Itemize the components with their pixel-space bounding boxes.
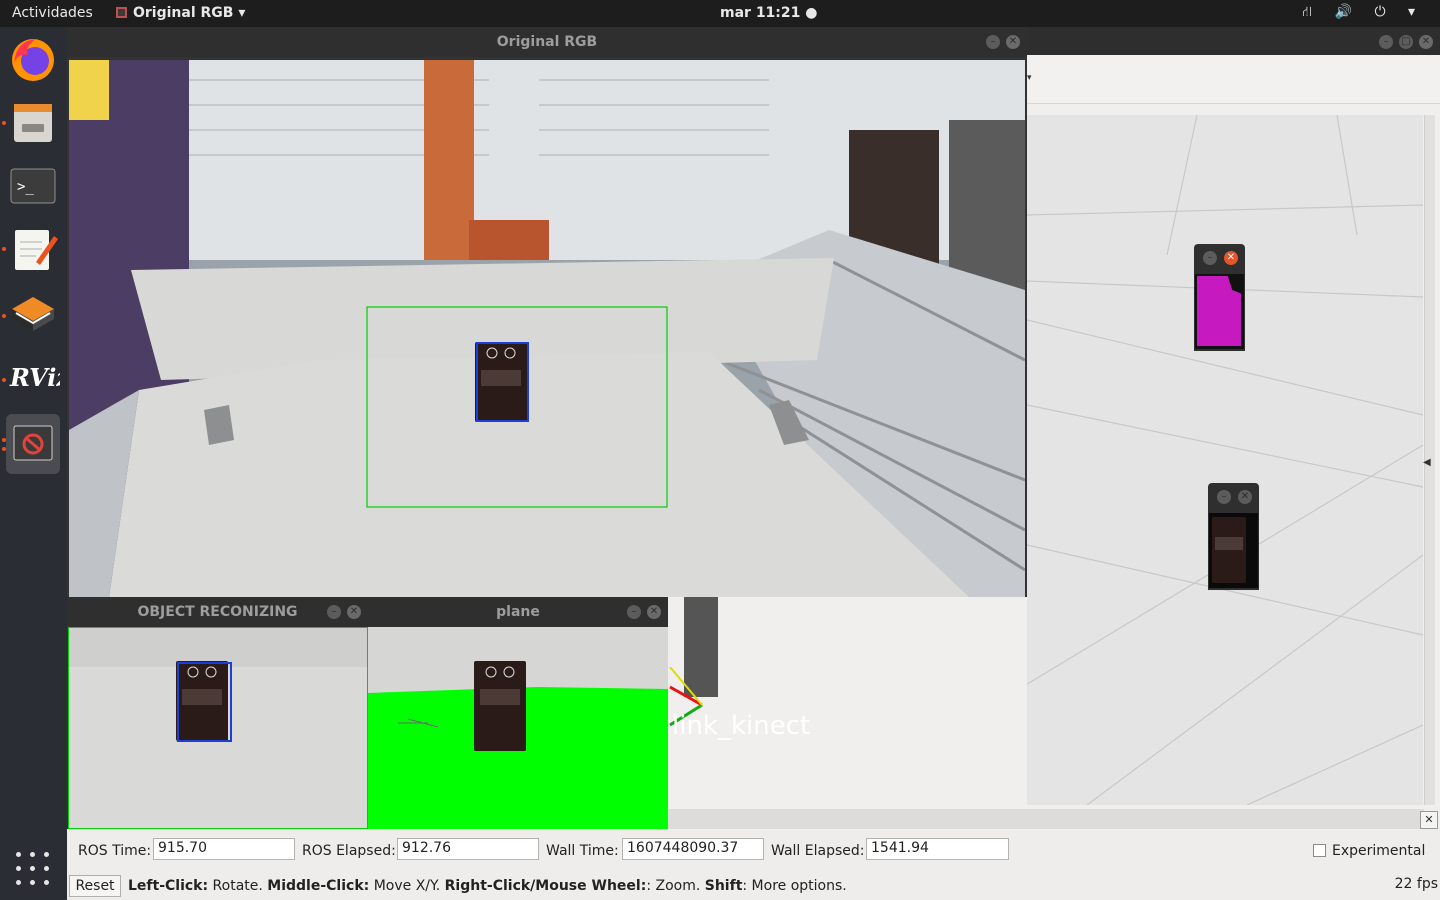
minimize-button[interactable]: – <box>986 35 1000 49</box>
activities-button[interactable]: Actividades <box>12 5 93 21</box>
minimize-button[interactable]: – <box>327 605 341 619</box>
status-bar: Reset Left-Click: Rotate. Middle-Click: … <box>67 873 1440 900</box>
experimental-checkbox[interactable] <box>1313 844 1326 857</box>
fps-counter: 22 fps <box>1394 876 1438 892</box>
plane-image <box>368 627 668 829</box>
minimize-button[interactable]: – <box>627 605 641 619</box>
object-recognizing-window[interactable]: OBJECT RECONIZING – ✕ <box>67 597 368 829</box>
chevron-down-icon: ▾ <box>238 5 246 21</box>
camera-frame <box>69 60 1025 597</box>
tf-frame-label: link_kinect <box>672 711 811 741</box>
experimental-label: Experimental <box>1332 843 1426 859</box>
files-icon <box>14 104 52 142</box>
ros-time-label: ROS Time: <box>78 843 152 859</box>
minimize-button[interactable]: – <box>1203 251 1217 265</box>
wall-time-field[interactable]: 1607448090.37 <box>622 838 764 860</box>
firefox-icon <box>12 39 54 81</box>
close-button[interactable]: ✕ <box>1238 490 1252 504</box>
close-button[interactable]: ✕ <box>1006 35 1020 49</box>
svg-text:RViz: RViz <box>9 363 60 392</box>
roi-frame <box>68 627 368 829</box>
clock[interactable]: mar 11:21 ● <box>720 5 817 21</box>
mask-mini-window[interactable]: – ✕ <box>1194 244 1245 351</box>
plane-segmentation <box>368 627 668 829</box>
reset-button[interactable]: Reset <box>69 875 121 897</box>
hint-middle-click: Middle-Click: <box>267 878 370 894</box>
hint-more: : More options. <box>742 878 847 894</box>
ros-elapsed-field[interactable]: 912.76 <box>397 838 539 860</box>
dock-item-text-editor[interactable] <box>6 222 60 276</box>
top-bar: Actividades Original RGB ▾ mar 11:21 ● ⛙… <box>0 0 1440 27</box>
close-button[interactable]: ✕ <box>347 605 361 619</box>
close-panel-button[interactable]: ✕ <box>1420 811 1438 829</box>
app-menu[interactable]: Original RGB ▾ <box>116 5 245 21</box>
opencv-window-icon <box>13 425 53 461</box>
grid-floor <box>1027 115 1423 805</box>
3d-viewport[interactable] <box>1027 115 1423 805</box>
mouse-hint: Left-Click: Rotate. Middle-Click: Move X… <box>128 878 847 894</box>
software-icon <box>12 297 54 331</box>
ros-elapsed-label: ROS Elapsed: <box>302 843 396 859</box>
hint-move: Move X/Y. <box>369 878 445 894</box>
wall-elapsed-label: Wall Elapsed: <box>771 843 865 859</box>
crop-image <box>1209 513 1258 588</box>
minimize-button[interactable]: – <box>1217 490 1231 504</box>
hint-zoom: : Zoom. <box>646 878 705 894</box>
horizontal-scrollbar[interactable] <box>667 809 1424 829</box>
hint-right-click: Right-Click/Mouse Wheel: <box>444 878 647 894</box>
object-recognizing-image <box>68 627 368 829</box>
system-tray[interactable]: ⛙ 🔊 ⏻ ▾ <box>1302 4 1424 22</box>
dock-item-gazebo[interactable] <box>6 285 60 339</box>
hint-rotate: Rotate. <box>208 878 268 894</box>
mask-image <box>1195 274 1244 349</box>
dock-item-opencv-window[interactable] <box>6 414 60 474</box>
window-title: OBJECT RECONIZING <box>67 597 368 627</box>
plane-window[interactable]: plane – ✕ <box>368 597 668 829</box>
window-title: plane <box>368 597 668 627</box>
rgb-image <box>69 60 1025 597</box>
app-window-icon <box>116 7 127 18</box>
dock-item-rviz[interactable]: RViz <box>6 348 71 402</box>
time-panel: ROS Time: 915.70 ROS Elapsed: 912.76 Wal… <box>67 830 1440 873</box>
close-button[interactable]: ✕ <box>1224 251 1238 265</box>
app-menu-label: Original RGB <box>133 5 234 21</box>
dock-item-firefox[interactable] <box>6 33 60 87</box>
dock-item-terminal[interactable]: >_ <box>6 159 60 213</box>
collapse-right-panel-icon[interactable]: ◀ <box>1423 457 1431 468</box>
wall-time-label: Wall Time: <box>546 843 619 859</box>
ros-time-field[interactable]: 915.70 <box>153 838 295 860</box>
hint-shift: Shift <box>704 878 743 894</box>
terminal-icon: >_ <box>10 168 56 204</box>
window-title: Original RGB <box>67 27 1027 57</box>
original-rgb-window[interactable]: Original RGB – ✕ <box>67 27 1027 597</box>
dock: >_ RViz <box>0 27 71 900</box>
text-editor-icon <box>15 230 58 270</box>
close-button[interactable]: ✕ <box>1419 35 1433 49</box>
dock-item-files[interactable] <box>6 96 60 150</box>
minimize-button[interactable]: – <box>1379 35 1393 49</box>
show-applications-button[interactable] <box>16 852 50 886</box>
toolbar-dropdown-arrow-icon[interactable]: ▾ <box>1027 73 1032 83</box>
svg-text:>_: >_ <box>17 179 34 195</box>
rviz-icon: RViz <box>9 363 71 392</box>
close-button[interactable]: ✕ <box>647 605 661 619</box>
hint-left-click: Left-Click: <box>128 878 209 894</box>
crop-mini-window[interactable]: – ✕ <box>1208 483 1259 590</box>
wall-elapsed-field[interactable]: 1541.94 <box>866 838 1009 860</box>
maximize-button[interactable]: □ <box>1399 35 1413 49</box>
